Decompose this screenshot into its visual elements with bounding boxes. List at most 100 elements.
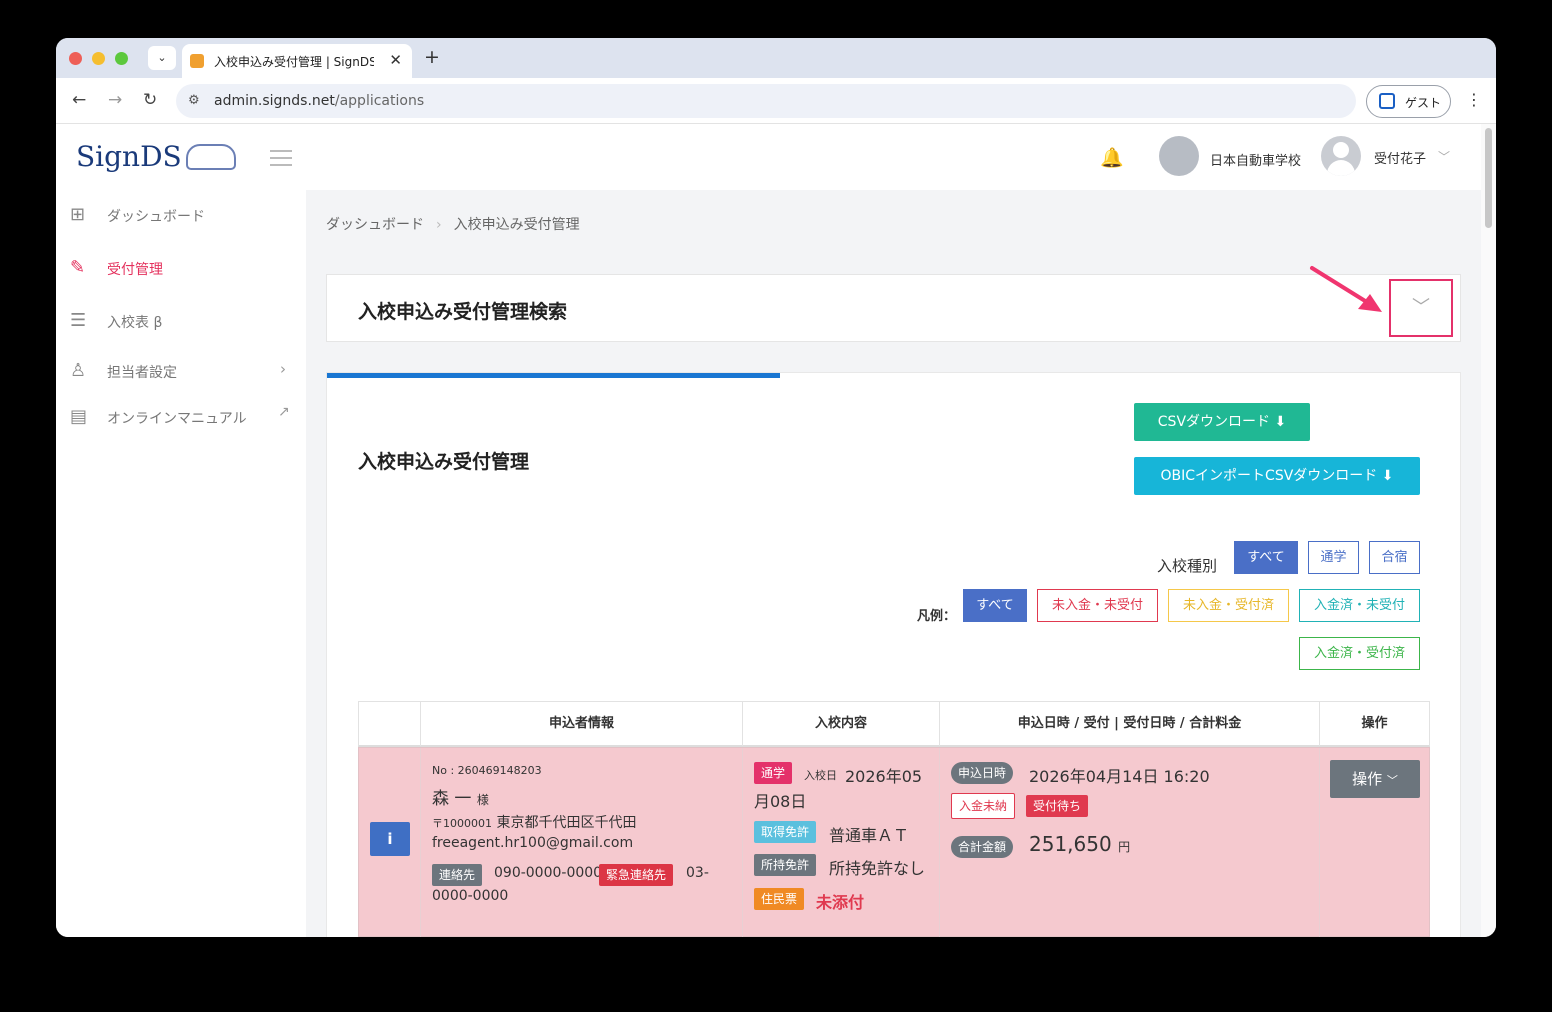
course-type-all-button[interactable]: すべて — [1234, 541, 1298, 574]
notification-bell-icon[interactable]: 🔔 — [1100, 146, 1124, 169]
contact-label-badge: 連絡先 — [432, 864, 483, 886]
applications-card: 入校申込み受付管理 CSVダウンロード ⬇ OBICインポートCSVダウンロード… — [326, 372, 1461, 937]
site-settings-icon[interactable]: ⚙ — [188, 93, 200, 108]
column-header-dates: 申込日時 / 受付 | 受付日時 / 合計料金 — [940, 702, 1320, 746]
browser-menu-icon[interactable]: ⋮ — [1466, 90, 1482, 109]
sidebar: ⊞ ダッシュボード ✎ 受付管理 ☰ 入校表 β ♙ 担当者設定 › ▤ オンラ… — [56, 190, 306, 937]
browser-window: ⌄ 入校申込み受付管理 | SignDS（ ✕ + ← → ↻ ⚙ admin.… — [56, 38, 1496, 937]
new-tab-plus-icon[interactable]: + — [424, 46, 440, 68]
entry-date-label: 入校日 — [804, 769, 837, 782]
applicant-name: 森 一 様 — [432, 789, 489, 809]
course-type-filter-label: 入校種別 — [1157, 557, 1218, 575]
scrollbar-thumb[interactable] — [1485, 128, 1492, 228]
tab-title: 入校申込み受付管理 | SignDS（ — [214, 55, 374, 69]
page-title: 入校申込み受付管理 — [358, 451, 530, 473]
search-panel-expand-chevron-icon[interactable]: ﹀ — [1389, 279, 1453, 337]
forward-arrow-icon[interactable]: → — [108, 90, 122, 110]
sidebar-item-label: ダッシュボード — [107, 209, 205, 225]
obic-csv-download-button[interactable]: OBICインポートCSVダウンロード ⬇ — [1134, 457, 1420, 495]
license-value: 普通車ＡＴ — [829, 826, 910, 845]
legend-paid-unaccepted-button[interactable]: 入金済・未受付 — [1299, 589, 1420, 622]
sidebar-item-entry-list[interactable]: ☰ 入校表 β — [56, 310, 306, 350]
minimize-window-button[interactable] — [92, 52, 105, 65]
user-menu-chevron-icon[interactable]: ﹀ — [1438, 148, 1450, 165]
row-actions-dropdown-button[interactable]: 操作 ﹀ — [1330, 760, 1420, 798]
chevron-right-icon: › — [280, 360, 286, 378]
legend-paid-accepted-button[interactable]: 入金済・受付済 — [1299, 637, 1420, 670]
info-icon[interactable]: i — [370, 822, 410, 856]
user-icon: ♙ — [70, 360, 87, 381]
sidebar-item-staff-settings[interactable]: ♙ 担当者設定 › — [56, 360, 306, 400]
column-header-applicant: 申込者情報 — [421, 702, 743, 746]
tab-close-icon[interactable]: ✕ — [389, 51, 402, 69]
search-panel-title: 入校申込み受付管理検索 — [358, 301, 568, 323]
active-tab[interactable]: 入校申込み受付管理 | SignDS（ ✕ — [182, 44, 412, 78]
applied-at-value: 2026年04月14日 16:20 — [1029, 767, 1210, 786]
sidebar-item-label: 入校表 β — [107, 315, 163, 331]
application-number: No : 260469148203 — [432, 764, 542, 777]
annotation-arrow-icon — [1310, 266, 1382, 312]
legend-unpaid-unaccepted-button[interactable]: 未入金・未受付 — [1037, 589, 1158, 622]
entry-date-part2: 月08日 — [754, 792, 807, 811]
profile-button[interactable]: ゲスト — [1366, 85, 1451, 118]
sidebar-item-dashboard[interactable]: ⊞ ダッシュボード — [56, 204, 306, 244]
back-arrow-icon[interactable]: ← — [72, 90, 86, 110]
page-scrollbar[interactable] — [1481, 124, 1496, 937]
reload-icon[interactable]: ↻ — [143, 90, 157, 110]
profile-icon — [1379, 93, 1395, 109]
logo[interactable]: SignDS — [76, 140, 182, 173]
list-icon: ☰ — [70, 310, 87, 331]
reception-icon: ✎ — [70, 257, 86, 278]
course-type-commute-button[interactable]: 通学 — [1308, 541, 1359, 574]
main-content: ダッシュボード › 入校申込み受付管理 入校申込み受付管理検索 ﹀ 入校申込み受付管… — [306, 190, 1481, 937]
applicant-email: freeagent.hr100@gmail.com — [432, 835, 634, 851]
csv-download-button[interactable]: CSVダウンロード ⬇ — [1134, 403, 1310, 441]
maximize-window-button[interactable] — [115, 52, 128, 65]
user-name[interactable]: 受付花子 — [1374, 148, 1426, 167]
tab-bar: ⌄ 入校申込み受付管理 | SignDS（ ✕ + — [56, 38, 1496, 78]
owned-license-label-badge: 所持免許 — [754, 854, 817, 876]
user-avatar[interactable] — [1321, 136, 1361, 176]
emergency-contact-label-badge: 緊急連絡先 — [599, 864, 674, 886]
school-name[interactable]: 日本自動車学校 — [1210, 150, 1301, 169]
column-header-course: 入校内容 — [743, 702, 940, 746]
sidebar-item-label: 受付管理 — [107, 262, 163, 278]
emergency-phone-part2: 0000-0000 — [432, 888, 509, 904]
legend-unpaid-accepted-button[interactable]: 未入金・受付済 — [1168, 589, 1289, 622]
payment-status-badge: 入金未納 — [951, 793, 1016, 819]
breadcrumb-home[interactable]: ダッシュボード — [326, 217, 424, 233]
dashboard-icon: ⊞ — [70, 204, 86, 225]
sidebar-item-online-manual[interactable]: ▤ オンラインマニュアル ↗ — [56, 404, 306, 446]
app-header: SignDS 🔔 日本自動車学校 受付花子 ﹀ — [56, 124, 1481, 190]
emergency-phone-part1: 03- — [686, 865, 709, 881]
address-bar[interactable]: ⚙ admin.signds.net/applications — [176, 84, 1356, 118]
breadcrumb-current: 入校申込み受付管理 — [453, 217, 580, 233]
course-type-badge: 通学 — [754, 762, 793, 784]
loading-progress-bar — [327, 373, 780, 378]
course-type-camp-button[interactable]: 合宿 — [1369, 541, 1420, 574]
owned-license-value: 所持免許なし — [829, 859, 926, 878]
sidebar-item-reception[interactable]: ✎ 受付管理 — [56, 257, 306, 297]
applied-at-label-badge: 申込日時 — [951, 762, 1014, 784]
legend-all-button[interactable]: すべて — [963, 589, 1027, 622]
chevron-down-icon: ﹀ — [1386, 774, 1398, 787]
close-window-button[interactable] — [69, 52, 82, 65]
menu-toggle-icon[interactable] — [270, 150, 292, 171]
sidebar-item-label: 担当者設定 — [107, 365, 177, 381]
download-icon: ⬇ — [1274, 414, 1287, 430]
total-amount: 251,650 円 — [1029, 832, 1131, 856]
entry-date-part1: 2026年05 — [845, 767, 923, 786]
resident-card-label-badge: 住民票 — [754, 888, 805, 910]
search-panel: 入校申込み受付管理検索 ﹀ — [326, 274, 1461, 342]
favicon-icon — [190, 54, 204, 68]
tab-search-chevron-icon[interactable]: ⌄ — [148, 46, 176, 70]
reception-status-badge: 受付待ち — [1026, 795, 1089, 817]
column-header-info — [359, 702, 421, 746]
column-header-actions: 操作 — [1361, 716, 1388, 731]
breadcrumb-separator-icon: › — [436, 217, 442, 233]
total-label-badge: 合計金額 — [951, 836, 1014, 858]
contact-phone: 090-0000-0000 — [494, 865, 603, 881]
logo-car-icon — [186, 144, 236, 170]
school-avatar[interactable] — [1159, 136, 1199, 176]
browser-toolbar: ← → ↻ ⚙ admin.signds.net/applications ゲス… — [56, 78, 1496, 124]
